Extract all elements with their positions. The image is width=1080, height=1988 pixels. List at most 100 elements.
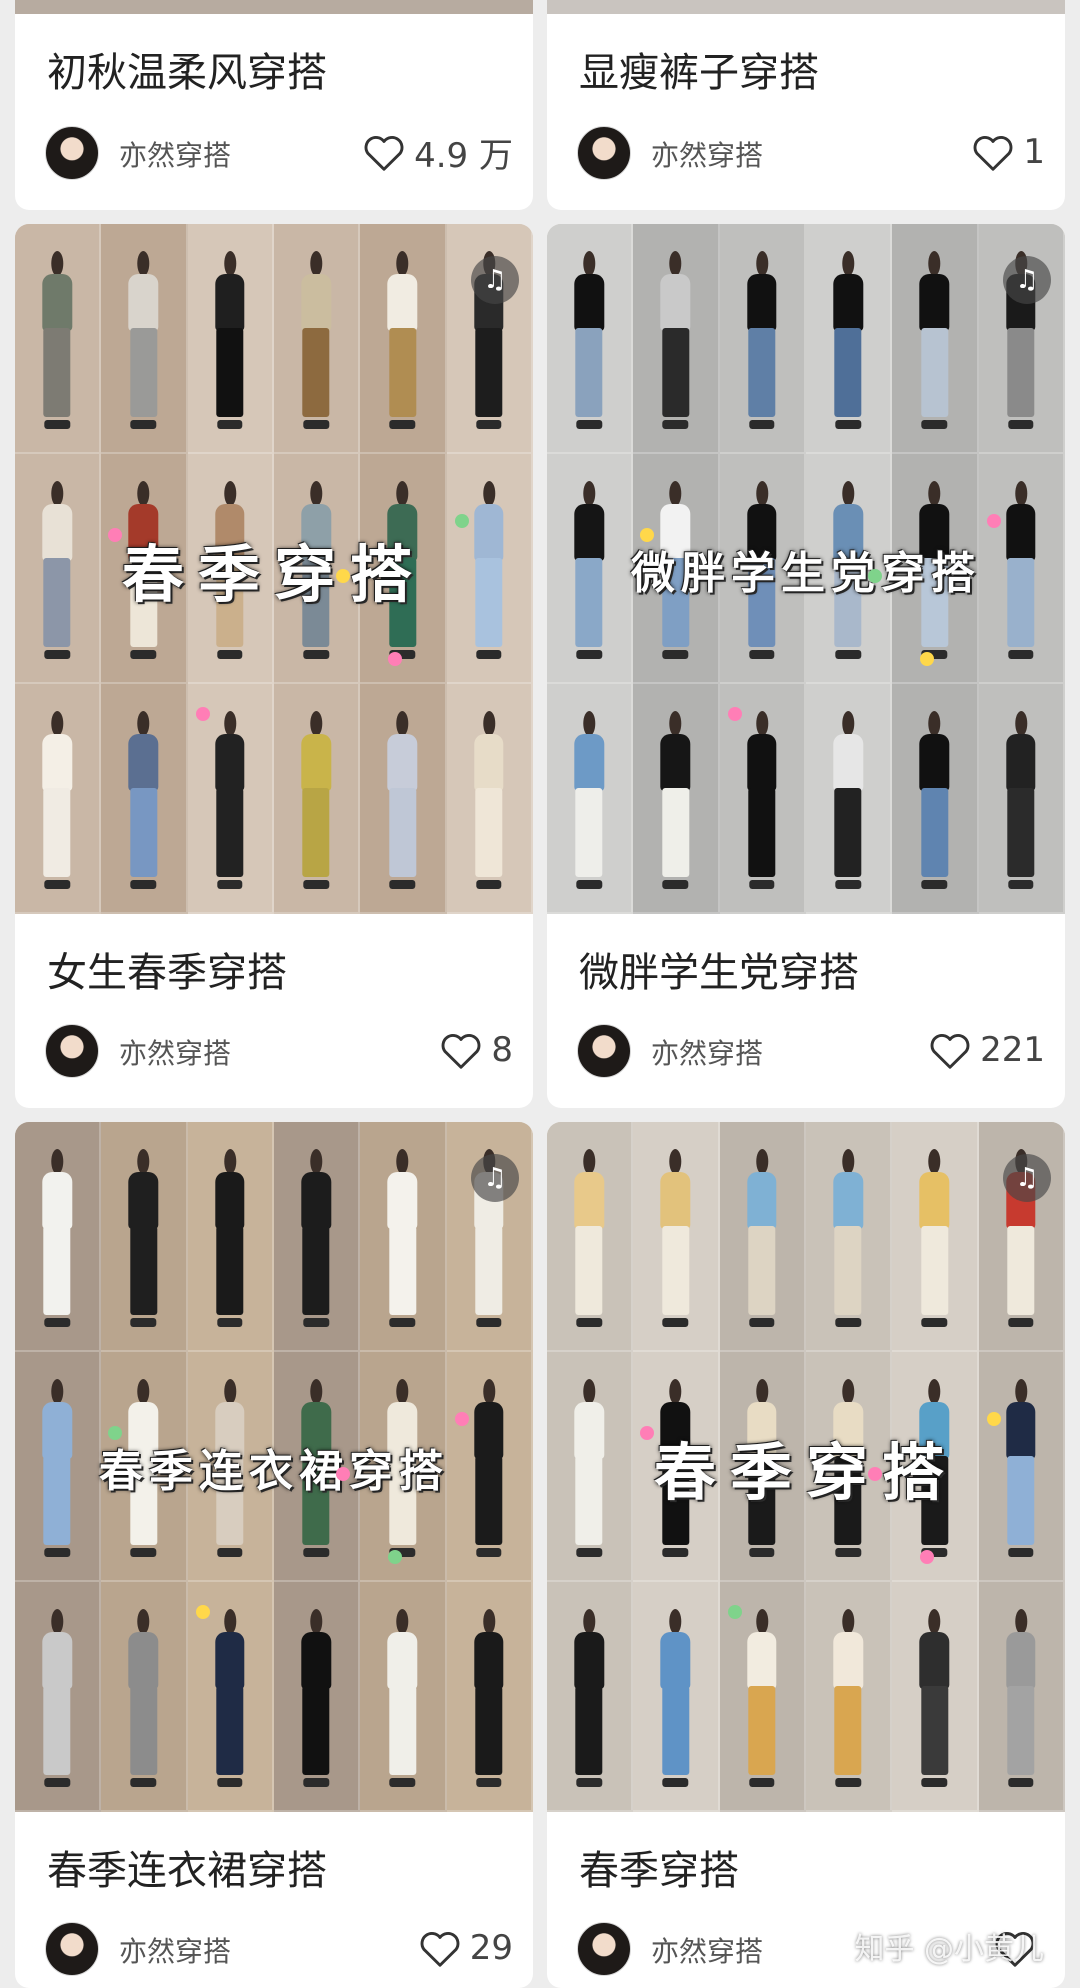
outfit-photo — [274, 684, 361, 914]
model-figure — [658, 251, 693, 430]
music-note-icon[interactable]: ♫ — [1003, 256, 1051, 304]
card-meta: 亦然穿搭 29 — [45, 1920, 513, 1976]
model-figure — [658, 711, 693, 890]
decorative-dot — [640, 1425, 655, 1440]
card-meta: 亦然穿搭 1 — [577, 124, 1045, 180]
card-title[interactable]: 显瘦裤子穿搭 — [579, 40, 819, 98]
feed-card[interactable]: 春季连衣裙穿搭 ♫ 春季连衣裙穿搭 亦然穿搭 29 — [15, 1122, 533, 1988]
outfit-photo — [547, 224, 634, 454]
like-button[interactable]: 221 — [928, 1026, 1045, 1074]
author-name[interactable]: 亦然穿搭 — [651, 134, 763, 174]
outfit-photo — [892, 684, 979, 914]
model-figure — [744, 1379, 779, 1558]
decorative-dot — [919, 651, 934, 666]
model-figure — [917, 251, 952, 430]
cover-collage — [15, 224, 533, 914]
outfit-photo — [633, 224, 720, 454]
like-count: 221 — [980, 1030, 1045, 1070]
model-figure — [1003, 481, 1038, 660]
author-name[interactable]: 亦然穿搭 — [119, 1930, 231, 1970]
card-title[interactable]: 春季连衣裙穿搭 — [47, 1838, 327, 1896]
outfit-photo — [101, 1122, 188, 1352]
model-figure — [126, 1379, 161, 1558]
card-title[interactable]: 春季穿搭 — [579, 1838, 739, 1896]
card-title[interactable]: 微胖学生党穿搭 — [579, 940, 859, 998]
author-avatar[interactable] — [577, 126, 631, 180]
feed-card[interactable]: 显瘦裤子穿搭 亦然穿搭 1 — [547, 0, 1065, 210]
author-avatar[interactable] — [45, 1024, 99, 1078]
like-button[interactable]: 29 — [418, 1924, 513, 1972]
card-cover-image[interactable]: 春季连衣裙穿搭 ♫ — [15, 1122, 533, 1812]
like-button[interactable]: 4.9 万 — [362, 128, 513, 176]
card-title[interactable]: 女生春季穿搭 — [47, 940, 287, 998]
author-avatar[interactable] — [577, 1922, 631, 1976]
outfit-photo — [15, 1122, 102, 1352]
outfit-photo — [274, 224, 361, 454]
card-title[interactable]: 初秋温柔风穿搭 — [47, 40, 327, 98]
card-cover-image[interactable]: 春季穿搭 ♫ — [547, 1122, 1065, 1812]
outfit-photo — [101, 1352, 188, 1582]
outfit-photo — [101, 1582, 188, 1812]
heart-outline-icon — [439, 1030, 483, 1070]
author-avatar[interactable] — [45, 126, 99, 180]
decorative-dot — [387, 651, 402, 666]
like-button[interactable]: 1 — [971, 128, 1045, 176]
author-name[interactable]: 亦然穿搭 — [651, 1032, 763, 1072]
outfit-photo — [806, 454, 893, 684]
card-cover-image[interactable]: 春季穿搭 ♫ — [15, 224, 533, 914]
model-figure — [571, 481, 606, 660]
card-cover-image[interactable] — [15, 0, 533, 14]
author-avatar[interactable] — [45, 1922, 99, 1976]
model-figure — [126, 1609, 161, 1788]
outfit-photo — [101, 454, 188, 684]
author-name[interactable]: 亦然穿搭 — [119, 1032, 231, 1072]
watermark: 知乎 @小黄儿 — [854, 1932, 1044, 1967]
model-figure — [1003, 711, 1038, 890]
outfit-photo — [15, 454, 102, 684]
outfit-photo — [101, 684, 188, 914]
outfit-photo — [892, 454, 979, 684]
outfit-photo — [547, 684, 634, 914]
model-figure — [830, 1609, 865, 1788]
model-figure — [571, 251, 606, 430]
outfit-photo — [806, 1352, 893, 1582]
model-figure — [385, 1149, 420, 1328]
music-note-icon[interactable]: ♫ — [471, 256, 519, 304]
outfit-photo — [633, 454, 720, 684]
model-figure — [917, 481, 952, 660]
model-figure — [830, 1149, 865, 1328]
model-figure — [385, 1379, 420, 1558]
feed-card[interactable]: 春季穿搭 ♫ 春季穿搭 亦然穿搭 — [547, 1122, 1065, 1988]
card-cover-image[interactable] — [547, 0, 1065, 14]
outfit-photo — [101, 224, 188, 454]
music-note-icon[interactable]: ♫ — [1003, 1154, 1051, 1202]
outfit-photo — [360, 1352, 447, 1582]
model-figure — [917, 1379, 952, 1558]
outfit-photo — [719, 1122, 806, 1352]
outfit-photo — [719, 224, 806, 454]
like-button[interactable]: 8 — [439, 1026, 513, 1074]
model-figure — [212, 1149, 247, 1328]
feed-card[interactable]: 春季穿搭 ♫ 女生春季穿搭 亦然穿搭 8 — [15, 224, 533, 1108]
model-figure — [126, 251, 161, 430]
outfit-photo — [446, 684, 533, 914]
decorative-dot — [387, 1549, 402, 1564]
card-cover-image[interactable]: 微胖学生党穿搭 ♫ — [547, 224, 1065, 914]
author-avatar[interactable] — [577, 1024, 631, 1078]
outfit-photo — [446, 1582, 533, 1812]
model-figure — [1003, 1379, 1038, 1558]
feed-card[interactable]: 初秋温柔风穿搭 亦然穿搭 4.9 万 — [15, 0, 533, 210]
outfit-photo — [806, 1582, 893, 1812]
like-count: 1 — [1023, 132, 1045, 172]
model-figure — [917, 1609, 952, 1788]
author-name[interactable]: 亦然穿搭 — [119, 134, 231, 174]
model-figure — [298, 251, 333, 430]
author-name[interactable]: 亦然穿搭 — [651, 1930, 763, 1970]
outfit-photo — [633, 1352, 720, 1582]
model-figure — [571, 1149, 606, 1328]
music-note-icon[interactable]: ♫ — [471, 1154, 519, 1202]
feed-card[interactable]: 微胖学生党穿搭 ♫ 微胖学生党穿搭 亦然穿搭 221 — [547, 224, 1065, 1108]
outfit-photo — [806, 224, 893, 454]
decorative-dot — [455, 513, 470, 528]
model-figure — [126, 481, 161, 660]
